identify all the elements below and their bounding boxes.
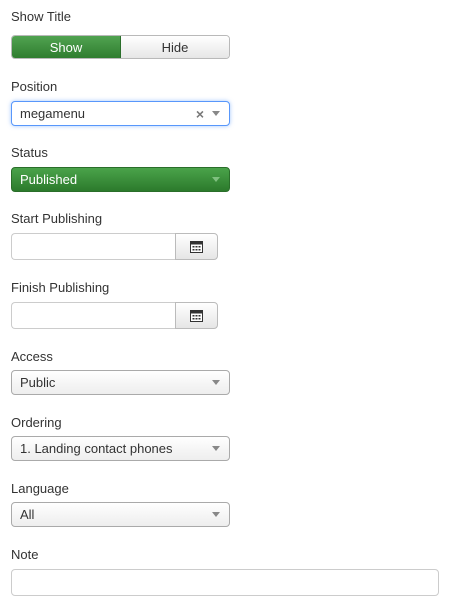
language-value: All [20, 507, 35, 522]
position-value: megamenu [20, 106, 86, 121]
chevron-down-icon [212, 380, 220, 385]
calendar-icon [190, 309, 203, 322]
show-title-toggle: Show Hide [11, 35, 230, 59]
status-select[interactable]: Published [11, 167, 230, 192]
show-title-label: Show Title [11, 9, 71, 24]
position-label: Position [11, 79, 58, 94]
status-value: Published [20, 172, 78, 187]
language-select[interactable]: All [11, 502, 230, 527]
start-publishing-input[interactable] [11, 233, 175, 260]
ordering-label: Ordering [11, 415, 62, 430]
ordering-select[interactable]: 1. Landing contact phones [11, 436, 230, 461]
chevron-down-icon [212, 446, 220, 451]
status-label: Status [11, 145, 48, 160]
clear-icon[interactable]: × [196, 107, 204, 121]
ordering-value: 1. Landing contact phones [20, 441, 173, 456]
finish-publishing-calendar-button[interactable] [175, 302, 218, 329]
chevron-down-icon [212, 111, 220, 116]
position-select[interactable]: megamenu × [11, 101, 230, 126]
access-label: Access [11, 349, 53, 364]
calendar-icon [190, 240, 203, 253]
start-publishing-calendar-button[interactable] [175, 233, 218, 260]
access-value: Public [20, 375, 56, 390]
chevron-down-icon [212, 177, 220, 182]
note-label: Note [11, 547, 39, 562]
language-label: Language [11, 481, 69, 496]
access-select[interactable]: Public [11, 370, 230, 395]
note-input[interactable] [11, 569, 439, 596]
hide-button[interactable]: Hide [121, 36, 229, 58]
finish-publishing-label: Finish Publishing [11, 280, 110, 295]
finish-publishing-input[interactable] [11, 302, 175, 329]
start-publishing-label: Start Publishing [11, 211, 103, 226]
show-button[interactable]: Show [12, 36, 121, 58]
chevron-down-icon [212, 512, 220, 517]
